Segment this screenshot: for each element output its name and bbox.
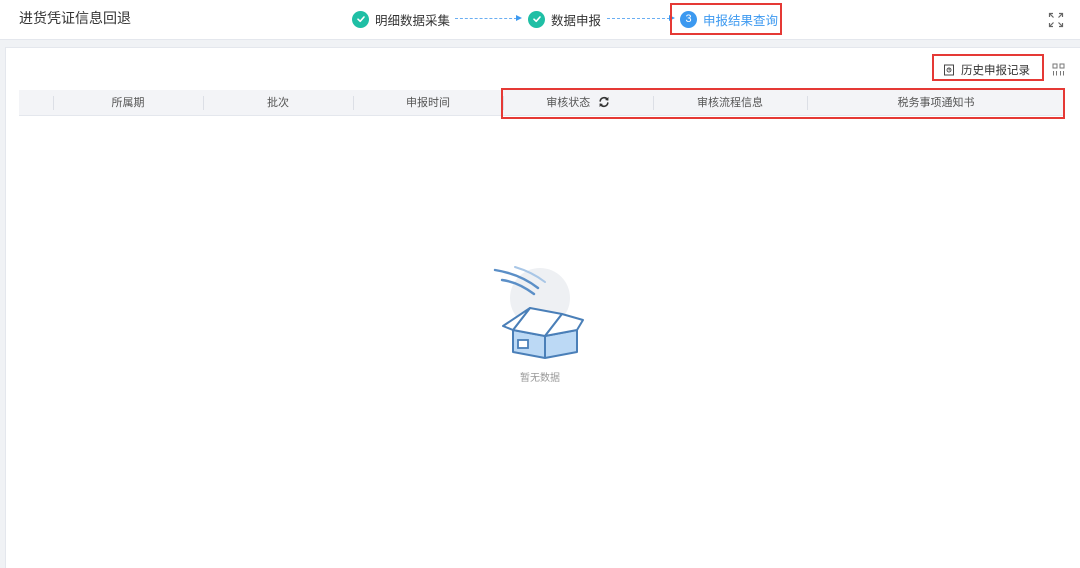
column-header-declare-time[interactable]: 申报时间: [353, 90, 503, 116]
step-label: 数据申报: [551, 12, 602, 28]
step-data-declaration[interactable]: 数据申报: [528, 9, 601, 29]
step-connector: [607, 15, 675, 21]
column-header-batch[interactable]: 批次: [203, 90, 353, 116]
step-connector: [455, 15, 522, 21]
check-icon: [528, 10, 545, 28]
header-bar: 进货凭证信息回退 明细数据采集 数据申报 3 申报结果查询: [0, 0, 1080, 40]
column-settings-icon[interactable]: [1052, 63, 1065, 76]
check-icon: [352, 10, 369, 28]
step-detail-collection[interactable]: 明细数据采集: [352, 9, 450, 29]
empty-state-text: 暂无数据: [520, 373, 560, 384]
step-label: 明细数据采集: [375, 12, 451, 28]
step-indicator: 明细数据采集 数据申报 3 申报结果查询: [0, 0, 1080, 40]
highlight-box: [932, 54, 1044, 81]
column-header-period[interactable]: 所属期: [53, 90, 203, 116]
checkbox-column-header: [19, 90, 53, 116]
fullscreen-icon[interactable]: [1048, 12, 1064, 28]
highlight-box: [670, 3, 782, 35]
highlight-box: [501, 88, 1065, 119]
